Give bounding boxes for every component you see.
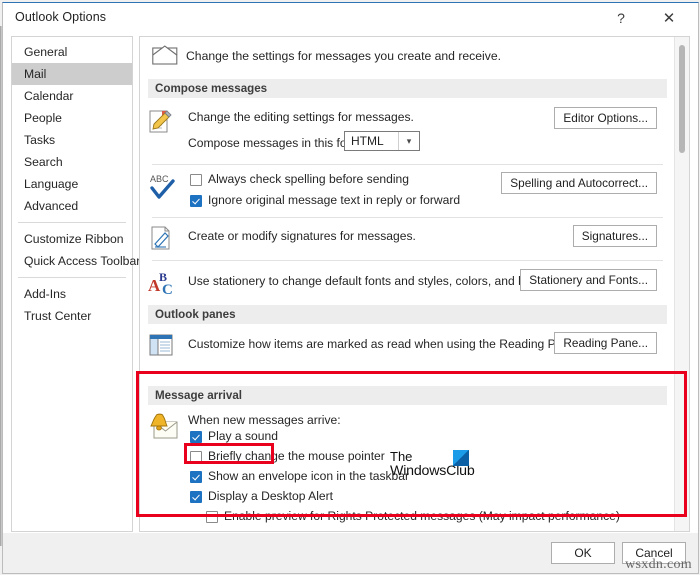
outlook-options-dialog: Outlook Options ? ✕ General Mail Calenda… [0, 0, 700, 575]
spelling-autocorrect-button[interactable]: Spelling and Autocorrect... [501, 172, 657, 194]
sidebar-item-calendar[interactable]: Calendar [12, 85, 132, 107]
watermark: wsxdn.com [625, 557, 692, 572]
reading-pane-text: Customize how items are marked as read w… [188, 337, 580, 351]
ignore-original-message-checkbox[interactable] [190, 195, 202, 207]
stationery-group: A B C Use stationery to change default f… [140, 261, 675, 305]
show-envelope-icon-checkbox[interactable] [190, 471, 202, 483]
options-content-panel: Change the settings for messages you cre… [139, 36, 690, 532]
section-header-compose-label: Compose messages [155, 82, 268, 95]
edit-message-icon [149, 110, 172, 133]
scrollbar-thumb[interactable] [679, 45, 685, 153]
show-envelope-icon-label[interactable]: Show an envelope icon in the taskbar [208, 469, 409, 483]
stationery-fonts-button[interactable]: Stationery and Fonts... [520, 269, 657, 291]
intro-row: Change the settings for messages you cre… [140, 37, 675, 79]
new-mail-alert-icon [150, 413, 178, 439]
sidebar-nav: General Mail Calendar People Tasks Searc… [11, 36, 140, 532]
ok-button[interactable]: OK [551, 542, 615, 564]
sidebar-item-trust-center[interactable]: Trust Center [12, 305, 132, 327]
dialog-footer: OK Cancel [3, 533, 698, 573]
signature-icon [151, 226, 170, 250]
sidebar-item-language[interactable]: Language [12, 173, 132, 195]
envelope-icon [152, 45, 178, 65]
editing-settings-text: Change the editing settings for messages… [188, 110, 414, 124]
section-header-message-arrival: Message arrival [148, 386, 667, 405]
play-a-sound-checkbox[interactable] [190, 431, 202, 443]
when-new-messages-arrive-label: When new messages arrive: [188, 413, 341, 427]
compose-editing-group: Change the editing settings for messages… [140, 98, 675, 164]
stationery-fonts-icon: A B C [148, 270, 173, 297]
reading-pane-icon [149, 334, 173, 356]
briefly-change-mouse-pointer-checkbox[interactable] [190, 451, 202, 463]
thewindowsclub-logo: The WindowsClub [390, 450, 490, 479]
display-desktop-alert-checkbox[interactable] [190, 491, 202, 503]
stationery-fonts-button-label: Stationery and Fonts... [529, 273, 648, 287]
briefly-change-mouse-pointer-label[interactable]: Briefly change the mouse pointer [208, 449, 385, 463]
sidebar-item-tasks[interactable]: Tasks [12, 129, 132, 151]
signatures-text: Create or modify signatures for messages… [188, 229, 416, 243]
always-check-spelling-label[interactable]: Always check spelling before sending [208, 172, 409, 186]
logo-mark-icon [453, 450, 469, 466]
sidebar-item-people[interactable]: People [12, 107, 132, 129]
window-title: Outlook Options [15, 10, 107, 24]
svg-text:C: C [162, 282, 173, 297]
help-icon[interactable]: ? [600, 3, 642, 33]
close-icon[interactable]: ✕ [648, 3, 690, 33]
logo-line-2: WindowsClub [390, 463, 475, 479]
always-check-spelling-checkbox[interactable] [190, 174, 202, 186]
sidebar-item-advanced[interactable]: Advanced [12, 195, 132, 217]
signatures-group: Create or modify signatures for messages… [140, 218, 675, 260]
reading-pane-group: Customize how items are marked as read w… [140, 324, 675, 368]
content-scroll-area: Change the settings for messages you cre… [140, 37, 675, 531]
section-header-message-arrival-label: Message arrival [155, 389, 243, 402]
sidebar-item-customize-ribbon[interactable]: Customize Ribbon [12, 228, 132, 250]
enable-rights-preview-checkbox[interactable] [206, 511, 218, 523]
dialog-window: Outlook Options ? ✕ General Mail Calenda… [2, 2, 699, 574]
section-header-compose: Compose messages [148, 79, 667, 98]
compose-format-value: HTML [351, 134, 384, 148]
title-bar: Outlook Options ? ✕ [3, 3, 698, 33]
section-header-panes-label: Outlook panes [155, 308, 236, 321]
reading-pane-button[interactable]: Reading Pane... [554, 332, 657, 354]
compose-format-select[interactable]: HTML ▾ [344, 131, 420, 151]
sidebar-item-search[interactable]: Search [12, 151, 132, 173]
intro-text: Change the settings for messages you cre… [186, 49, 502, 63]
sidebar-item-quick-access-toolbar[interactable]: Quick Access Toolbar [12, 250, 140, 272]
sidebar-divider [18, 222, 126, 223]
display-desktop-alert-label[interactable]: Display a Desktop Alert [208, 489, 333, 503]
sidebar-item-mail[interactable]: Mail [12, 63, 132, 85]
spell-check-icon: ABC [150, 174, 175, 199]
sidebar-item-add-ins[interactable]: Add-Ins [12, 283, 132, 305]
dialog-body: General Mail Calendar People Tasks Searc… [3, 33, 698, 538]
content-scrollbar[interactable] [674, 37, 689, 531]
editor-options-button[interactable]: Editor Options... [554, 107, 657, 129]
chevron-down-icon: ▾ [398, 132, 419, 150]
spelling-group: ABC Always check spelling before sending… [140, 165, 675, 217]
svg-text:ABC: ABC [150, 174, 169, 184]
ignore-original-message-label[interactable]: Ignore original message text in reply or… [208, 193, 460, 207]
sidebar-divider [18, 277, 126, 278]
sidebar-item-general[interactable]: General [12, 41, 132, 63]
logo-line-1: The [390, 449, 413, 464]
message-arrival-group: When new messages arrive: Play a sound B… [140, 405, 675, 523]
play-a-sound-label[interactable]: Play a sound [208, 429, 278, 443]
section-header-panes: Outlook panes [148, 305, 667, 324]
signatures-button[interactable]: Signatures... [572, 225, 657, 247]
section-header-conversation-cleanup: Conversation Clean Up [148, 531, 667, 532]
enable-rights-preview-label[interactable]: Enable preview for Rights Protected mess… [224, 509, 620, 523]
